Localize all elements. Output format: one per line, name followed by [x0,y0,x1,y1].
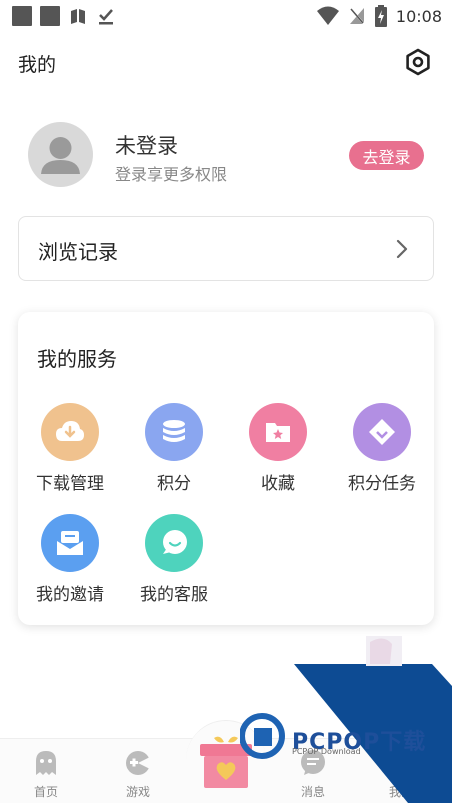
battery-charging-icon [374,5,387,27]
service-download-manager[interactable]: 下载管理 [18,403,122,503]
notification-icon [40,6,60,26]
points-icon [145,403,203,461]
service-label: 我的客服 [140,585,208,605]
service-my-invites[interactable]: 我的邀请 [18,514,122,614]
clock: 10:08 [395,6,442,26]
notification-icon [12,6,32,26]
invite-icon [41,514,99,572]
profile-name[interactable]: 未登录 [115,130,178,160]
my-services-card: 我的服务 下载管理 积分 收藏 积分任务 我的邀请 我的客服 [18,312,434,625]
service-label: 我的邀请 [36,585,104,605]
service-points[interactable]: 积分 [122,403,226,503]
gamepad-icon [126,751,150,775]
chevron-right-icon [396,239,408,259]
gift-icon [200,736,252,788]
default-avatar-icon [41,137,80,174]
download-icon [41,403,99,461]
nav-label: 消息 [300,785,325,799]
status-bar: 10:08 [0,0,452,32]
service-points-tasks[interactable]: 积分任务 [330,403,434,503]
gift-button[interactable] [196,732,256,790]
wifi-icon [316,6,339,25]
tag-icon [353,403,411,461]
ghost-icon [36,751,56,775]
favorite-icon [249,403,307,461]
page-title: 我的 [18,54,57,76]
book-icon [71,9,85,24]
nav-home[interactable]: 首页 [1,747,91,799]
status-icons-right: 10:08 [316,5,442,27]
services-title: 我的服务 [37,347,117,371]
nav-label: 首页 [33,785,58,799]
nav-games[interactable]: 游戏 [93,747,183,799]
service-customer-service[interactable]: 我的客服 [122,514,226,614]
service-label: 收藏 [261,474,295,494]
profile-subtitle: 登录享更多权限 [115,165,228,184]
watermark-sub: PCPOP Download [292,747,361,756]
nav-label: 我的 [388,785,413,799]
browse-history-row[interactable]: 浏览记录 [18,216,434,281]
login-button[interactable]: 去登录 [349,141,424,170]
customer-service-icon [145,514,203,572]
no-signal-icon [349,7,365,25]
download-done-icon [99,9,113,25]
settings-icon [406,48,430,76]
service-label: 积分任务 [348,474,416,494]
nav-label: 游戏 [125,785,150,799]
service-favorites[interactable]: 收藏 [226,403,330,503]
status-icons-left [12,6,116,26]
service-label: 积分 [157,474,191,494]
settings-button[interactable] [402,46,434,78]
browse-history-label: 浏览记录 [38,240,118,264]
avatar[interactable] [28,122,93,187]
service-label: 下载管理 [36,474,104,494]
